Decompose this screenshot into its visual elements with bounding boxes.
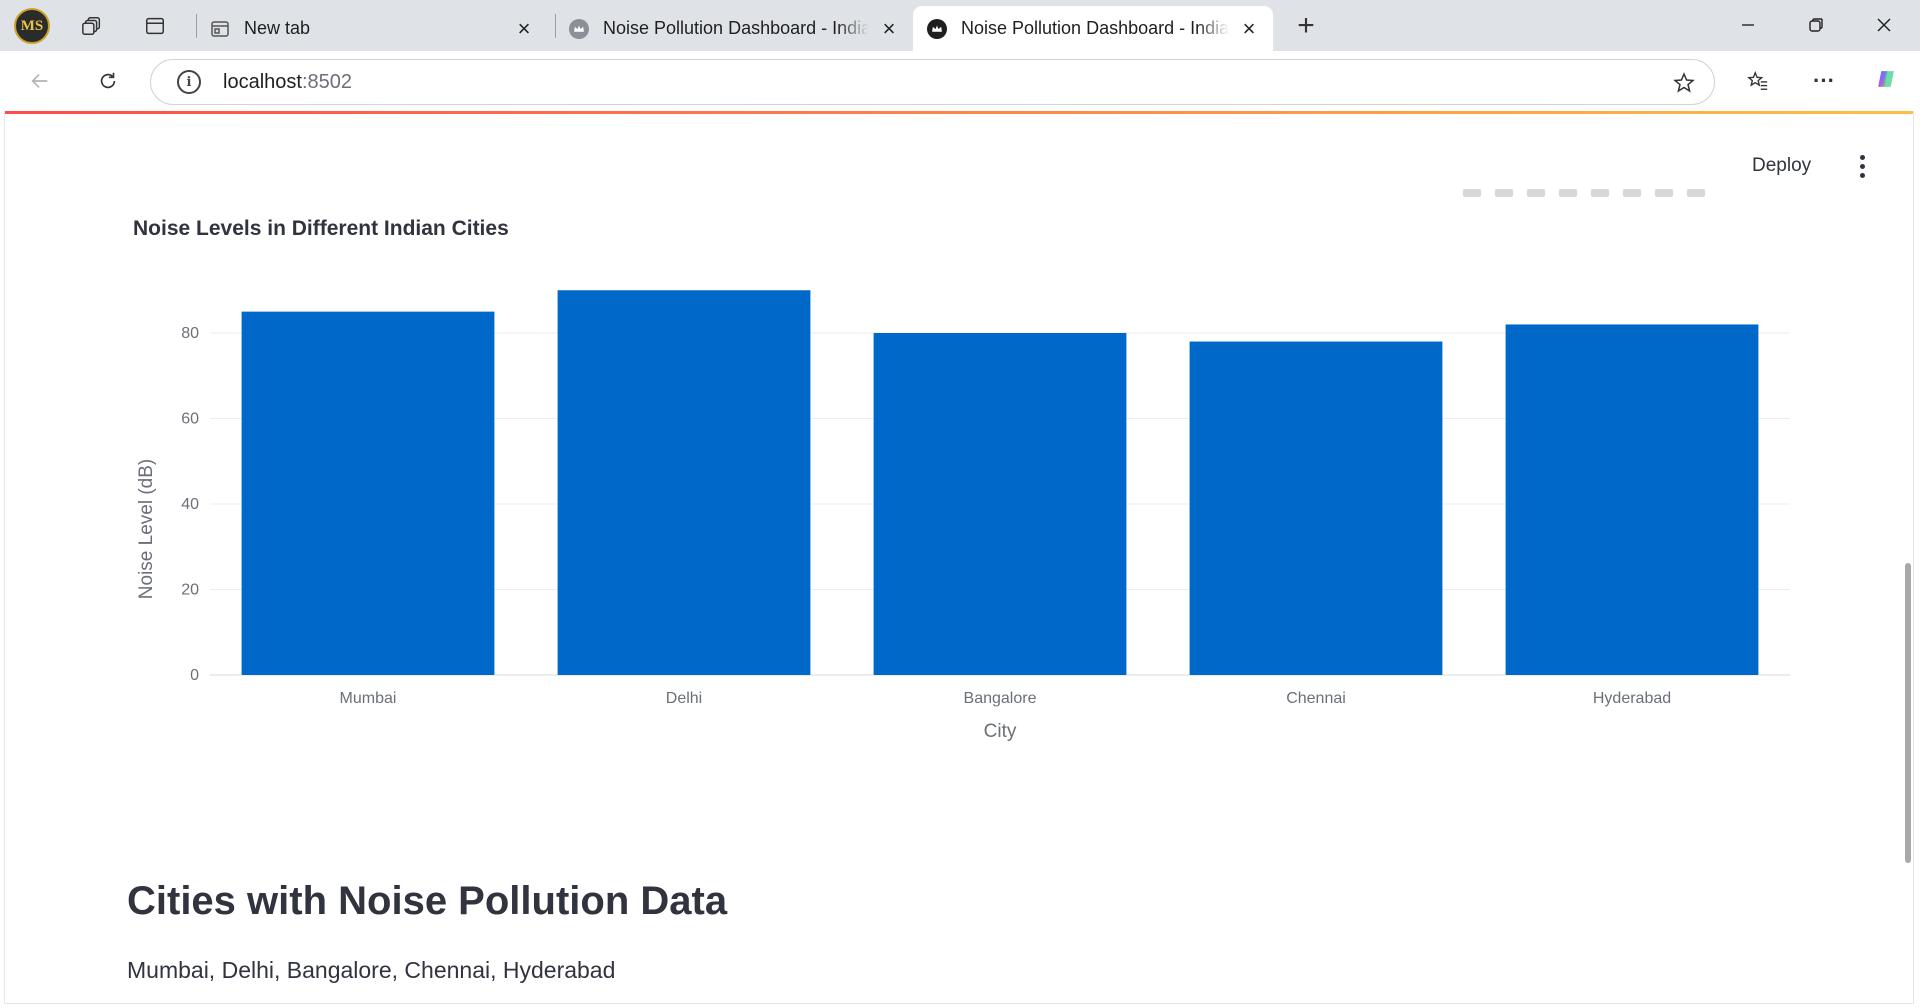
bar-chennai[interactable] (1189, 341, 1443, 675)
pan-icon[interactable] (1527, 189, 1545, 197)
streamlit-decoration-bar (5, 111, 1913, 114)
tab-new-tab[interactable]: New tab × (196, 6, 548, 51)
reload-icon[interactable] (94, 67, 122, 95)
x-axis-title: City (984, 721, 1017, 742)
back-arrow-icon[interactable] (26, 67, 54, 95)
browser-toolbar: i localhost:8502 ··· (0, 51, 1920, 111)
tab-close-icon[interactable]: × (1239, 17, 1259, 39)
vertical-tabs-icon[interactable] (141, 12, 169, 40)
url-port: :8502 (301, 70, 352, 93)
x-tick-label: Mumbai (340, 690, 397, 707)
app-viewport: Deploy Noise Levels in Different Indian … (4, 111, 1914, 1004)
deploy-button[interactable]: Deploy (1740, 151, 1823, 181)
zoom-in-icon[interactable] (1559, 189, 1577, 197)
x-tick-label: Delhi (666, 690, 702, 707)
bar-chart: 0 20 40 60 80 Mumbai Delhi Bangalore Chennai Hyd… (136, 290, 1790, 742)
tab-dashboard-1[interactable]: Noise Pollution Dashboard - India × (555, 6, 913, 51)
new-tab-plus-icon[interactable]: + (1292, 9, 1320, 42)
new-tab-page-icon (210, 19, 230, 39)
profile-avatar[interactable]: MS (14, 8, 50, 44)
tab-dashboard-active[interactable]: Noise Pollution Dashboard - India × (913, 6, 1273, 51)
bar-delhi[interactable] (557, 290, 811, 675)
browser-tab-bar: MS New tab × Noise Pollution Dashboard -… (0, 0, 1920, 51)
zoom-icon[interactable] (1495, 189, 1513, 197)
bars (241, 290, 1759, 675)
y-tick-labels: 0 20 40 60 80 (181, 325, 199, 684)
y-tick-label: 20 (181, 582, 199, 599)
camera-icon[interactable] (1463, 189, 1481, 197)
url-host: localhost (223, 70, 302, 93)
chart-title: Noise Levels in Different Indian Cities (133, 217, 509, 240)
tab-close-icon[interactable]: × (514, 17, 534, 39)
tab-close-icon[interactable]: × (879, 17, 899, 39)
address-bar[interactable]: i localhost:8502 (150, 59, 1715, 105)
autoscale-icon[interactable] (1623, 189, 1641, 197)
bar-mumbai[interactable] (241, 311, 495, 675)
y-tick-label: 60 (181, 411, 199, 428)
y-tick-label: 0 (190, 667, 199, 684)
x-tick-label: Bangalore (964, 690, 1037, 707)
fullscreen-icon[interactable] (1687, 189, 1705, 197)
window-close-icon[interactable] (1856, 0, 1912, 50)
url-text[interactable]: localhost:8502 (223, 71, 352, 94)
workspaces-icon[interactable] (78, 12, 106, 40)
tab-title: Noise Pollution Dashboard - India (961, 18, 1229, 38)
more-options-icon[interactable]: ··· (1810, 67, 1838, 95)
restore-icon[interactable] (1788, 0, 1844, 50)
minimize-icon[interactable] (1720, 0, 1776, 50)
favorites-icon[interactable] (1744, 67, 1772, 95)
x-tick-label: Chennai (1286, 690, 1346, 707)
chart-modebar (1463, 189, 1705, 203)
streamlit-crown-icon (927, 18, 947, 39)
zoom-out-icon[interactable] (1591, 189, 1609, 197)
tab-title: Noise Pollution Dashboard - India (603, 18, 869, 38)
x-tick-labels: Mumbai Delhi Bangalore Chennai Hyderabad (340, 690, 1672, 707)
y-tick-label: 40 (181, 496, 199, 513)
favorite-star-icon[interactable] (1672, 71, 1696, 95)
bar-hyderabad[interactable] (1505, 324, 1759, 675)
site-info-icon[interactable]: i (177, 70, 201, 94)
x-tick-label: Hyderabad (1593, 690, 1671, 707)
y-tick-label: 80 (181, 325, 199, 342)
y-axis-title: Noise Level (dB) (136, 459, 157, 599)
bar-bangalore[interactable] (873, 333, 1127, 675)
cities-list-text: Mumbai, Delhi, Bangalore, Chennai, Hyder… (127, 957, 616, 983)
copilot-icon[interactable] (1872, 65, 1900, 93)
streamlit-crown-icon (569, 18, 589, 39)
reset-axes-icon[interactable] (1655, 189, 1673, 197)
tab-title: New tab (244, 18, 311, 38)
main-menu-kebab-icon[interactable] (1847, 151, 1877, 181)
section-heading: Cities with Noise Pollution Data (127, 879, 728, 923)
